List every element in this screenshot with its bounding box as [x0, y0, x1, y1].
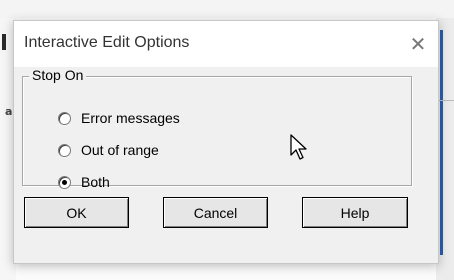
close-icon[interactable]: ✕ [402, 29, 434, 59]
dialog-title: Interactive Edit Options [24, 34, 190, 51]
radio-out-of-range[interactable]: Out of range [58, 140, 159, 160]
radio-label-out-of-range: Out of range [81, 142, 159, 158]
radio-both[interactable]: Both [58, 172, 110, 192]
screen: a Interactive Edit Options ✕ Stop On Err… [0, 0, 454, 280]
stop-on-groupbox [22, 76, 412, 186]
ok-button[interactable]: OK [24, 197, 129, 228]
radio-button-icon[interactable] [58, 111, 71, 125]
background-app-glyph: a [5, 105, 13, 118]
dialog-titlebar[interactable]: Interactive Edit Options ✕ [14, 21, 438, 67]
radio-button-checked-icon[interactable] [58, 175, 71, 189]
arrow-cursor-icon [290, 134, 307, 160]
radio-label-both: Both [81, 174, 110, 190]
background-app-scroll-accent [440, 30, 443, 255]
radio-label-error-messages: Error messages [81, 110, 180, 126]
radio-button-icon[interactable] [58, 143, 71, 157]
background-app-marker [2, 34, 6, 50]
stop-on-legend: Stop On [29, 67, 87, 83]
cancel-button[interactable]: Cancel [163, 197, 268, 228]
help-button[interactable]: Help [302, 197, 408, 228]
background-app-toolbar [0, 0, 454, 18]
radio-error-messages[interactable]: Error messages [58, 108, 180, 128]
